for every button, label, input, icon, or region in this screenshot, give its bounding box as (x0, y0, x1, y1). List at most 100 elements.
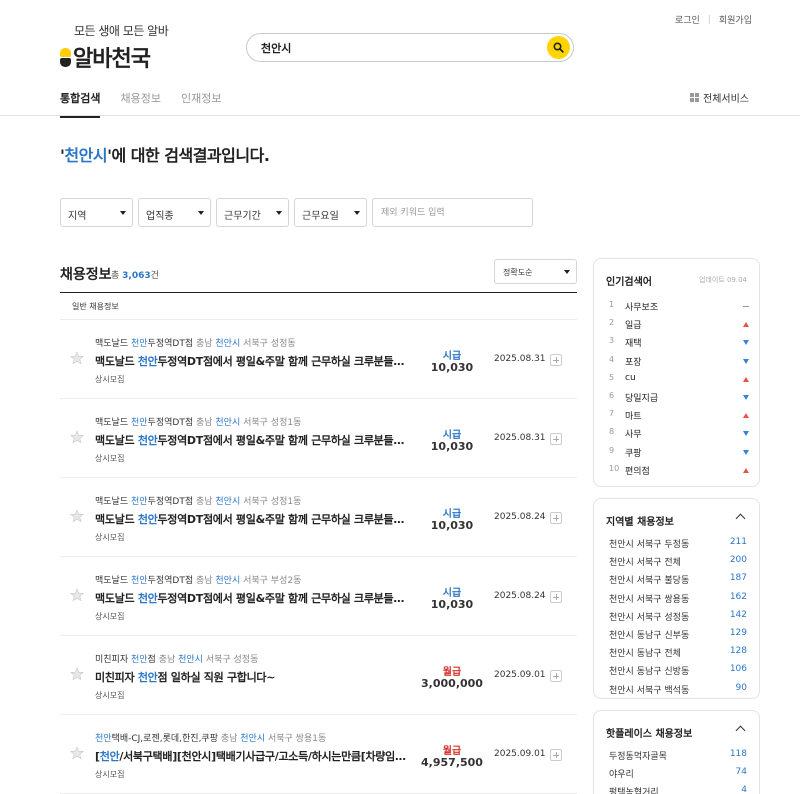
star-icon[interactable] (70, 746, 84, 760)
region-count: 118 (729, 749, 747, 759)
job-title[interactable]: [천안/서북구택배][천안시]택배기사급구/고소득/하시는만큼[차량임대OK] (95, 748, 413, 764)
star-icon[interactable] (70, 667, 84, 681)
post-date: 2025.08.24 (494, 512, 546, 522)
star-icon[interactable] (70, 351, 84, 365)
region-item[interactable]: 천안시 서북구 성정동 142 (609, 608, 747, 626)
region-item[interactable]: 천안시 서북구 불당동 187 (609, 571, 747, 589)
popular-keyword[interactable]: 1 사무보조 (609, 297, 749, 315)
job-title[interactable]: 맥도날드 천안두정역DT점에서 평일&주말 함께 근무하실 크루분들을 모집합니… (95, 511, 413, 527)
popular-keyword[interactable]: 2 일급 (609, 315, 749, 333)
popular-keyword[interactable]: 5 cu (609, 370, 749, 388)
login-link[interactable]: 로그인 (675, 13, 700, 26)
grid-icon (690, 93, 699, 102)
popular-keyword[interactable]: 6 당일지급 (609, 388, 749, 406)
job-row[interactable]: 맥도날드 천안두정역DT점 충남 천안시 서북구 성정1동 맥도날드 천안두정역D… (60, 478, 577, 557)
region-item[interactable]: 천안시 서북구 쌍용동 162 (609, 590, 747, 608)
pay-type: 월급 (442, 667, 462, 678)
region-item[interactable]: 천안시 서북구 백석동 90 (609, 681, 747, 699)
pay-type: 시급 (442, 351, 462, 362)
days-filter[interactable]: 근무요일 (294, 198, 367, 227)
keyword-text: 사무보조 (625, 303, 659, 313)
plus-icon[interactable] (550, 354, 562, 366)
signup-link[interactable]: 회원가입 (719, 13, 752, 26)
plus-icon[interactable] (550, 749, 562, 761)
region-name: 천안시 서북구 불당동 (609, 576, 690, 587)
region-item[interactable]: 천안시 서북구 두정동 211 (609, 535, 747, 553)
popular-keyword[interactable]: 4 포장 (609, 352, 749, 370)
pay-type: 시급 (442, 588, 462, 599)
auth-links: 로그인 | 회원가입 (675, 13, 752, 27)
job-row[interactable]: 천안택배-CJ,로젠,롯데,한진,쿠팡 충남 천안시 서북구 쌍용1동 [천안/서… (60, 715, 577, 794)
pay-amount: 10,030 (430, 519, 474, 532)
region-item[interactable]: 천안시 동남구 신방동 106 (609, 662, 747, 680)
search-button[interactable] (547, 36, 570, 59)
region-name: 천안시 서북구 백석동 (609, 685, 690, 696)
region-item[interactable]: 천안시 서북구 전체 200 (609, 553, 747, 571)
search-icon (553, 42, 564, 53)
job-row[interactable]: 맥도날드 천안두정역DT점 충남 천안시 서북구 성정동맥도날드 천안두정역DT… (60, 320, 577, 399)
region-count: 142 (729, 609, 747, 620)
region-item[interactable]: 펑택농협거리 4 (609, 783, 747, 794)
popular-keyword[interactable]: 3 재택 (609, 333, 749, 351)
job-title[interactable]: 미친피자 천안점 일하실 직원 구합니다~ (95, 669, 413, 685)
search-input[interactable] (261, 40, 541, 56)
hotplace-heading: 핫플레이스 채용정보 (606, 729, 693, 740)
region-name: 천안시 서북구 두정동 (609, 540, 690, 550)
all-services-button[interactable]: 전체서비스 (690, 90, 749, 105)
plus-icon[interactable] (550, 591, 562, 603)
star-icon[interactable] (70, 588, 84, 602)
post-date: 2025.08.24 (494, 591, 546, 601)
region-count: 74 (735, 767, 747, 778)
region-count: 187 (729, 573, 747, 584)
job-row[interactable]: 미친피자 천안점 충남 천안시 서북구 성정동미친피자 천안점 일하실 직원 구… (60, 636, 577, 715)
plus-icon[interactable] (550, 512, 562, 524)
region-item[interactable]: 두정동먹자골목 118 (609, 747, 747, 765)
pay-type: 월급 (442, 746, 462, 757)
keyword-text: 편의점 (625, 466, 650, 477)
job-title[interactable]: 맥도날드 천안두정역DT점에서 평일&주말 함께 근무하실 크루분들을 모집합니… (95, 353, 413, 369)
region-item[interactable]: 천안시 동남구 신부동 129 (609, 626, 747, 644)
tab-jobs[interactable]: 채용정보 (120, 90, 160, 118)
chevron-up-icon[interactable] (735, 725, 746, 736)
trend-same-icon (743, 306, 749, 307)
star-icon[interactable] (70, 509, 84, 523)
industry-filter[interactable]: 업직종 (138, 198, 211, 227)
popular-keyword[interactable]: 10 편의점 (609, 461, 749, 479)
plus-icon[interactable] (550, 670, 562, 682)
recruit-period: 상시모집 (95, 612, 125, 621)
region-count: 4 (741, 785, 747, 794)
tab-integrated[interactable]: 통합검색 (60, 90, 101, 118)
popular-keyword[interactable]: 9 쿠팡 (609, 443, 749, 461)
region-filter[interactable]: 지역 (60, 198, 133, 227)
pay-amount: 4,957,500 (421, 756, 483, 769)
region-item[interactable]: 야우리 74 (609, 765, 747, 783)
popular-keyword[interactable]: 7 마트 (609, 406, 749, 424)
region-item[interactable]: 천안시 동남구 전체 128 (609, 644, 747, 662)
plus-icon[interactable] (550, 433, 562, 445)
company-location: 미친피자 천안점 충남 천안시 서북구 성정동 (95, 655, 259, 665)
star-icon[interactable] (70, 430, 84, 444)
job-title[interactable]: 맥도날드 천안두정역DT점에서 평일&주말 함께 근무하실 크루분들을 모집합니… (95, 432, 413, 448)
tab-talent[interactable]: 인재정보 (181, 90, 221, 118)
region-name: 천안시 서북구 성정동 (609, 612, 690, 623)
caret-down-icon (354, 211, 360, 215)
job-row[interactable]: 맥도날드 천안두정역DT점 충남 천안시 서북구 성정1동 맥도날드 천안두정역D… (60, 399, 577, 478)
site-logo[interactable]: 모든 생애 모든 알바 알바천국 (60, 22, 169, 73)
period-filter[interactable]: 근무기간 (216, 198, 289, 227)
region-name: 두정동먹자골목 (609, 752, 667, 762)
search-box (246, 33, 574, 62)
keyword-text: cu (625, 372, 636, 383)
recruit-period: 상시모집 (95, 770, 125, 779)
region-name: 천안시 동남구 신부동 (609, 630, 690, 641)
search-tabs: 통합검색 채용정보 인재정보 (60, 90, 221, 118)
job-title[interactable]: 맥도날드 천안두정역DT점에서 평일&주말 함께 근무하실 크루분들을 모집합니… (95, 590, 413, 606)
company-location: 맥도날드 천안두정역DT점 충남 천안시 서북구 성정동 (95, 339, 296, 349)
chevron-up-icon[interactable] (735, 513, 746, 524)
exclude-keyword-input[interactable] (372, 198, 533, 227)
keyword-rank: 3 (609, 336, 615, 346)
sort-select[interactable]: 정확도순 (494, 259, 577, 284)
keyword-rank: 5 (609, 372, 615, 382)
popular-keyword[interactable]: 8 사무 (609, 424, 749, 442)
keyword-text: 사무 (625, 430, 642, 441)
job-row[interactable]: 맥도날드 천안두정역DT점 충남 천안시 서북구 부성2동 맥도날드 천안두정역D… (60, 557, 577, 636)
